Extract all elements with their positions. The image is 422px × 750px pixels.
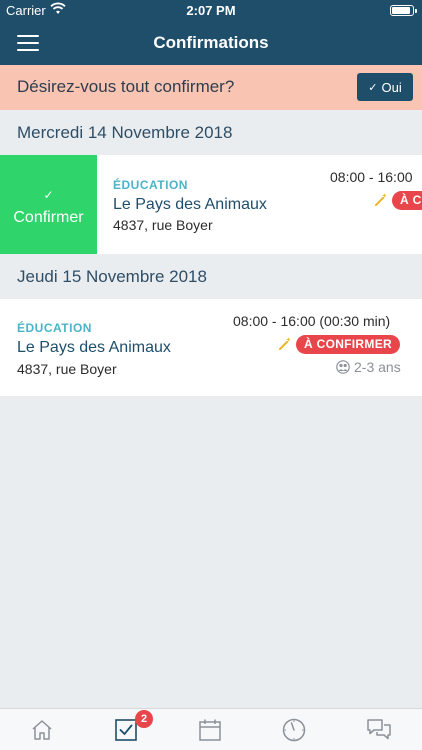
tab-bar: 2 [0, 708, 422, 750]
home-icon [32, 720, 52, 740]
nav-bar: Confirmations [0, 20, 422, 65]
group-icon [336, 360, 350, 374]
date-label: Jeudi 15 Novembre 2018 [17, 267, 207, 286]
status-bar: Carrier 2:07 PM [0, 0, 422, 20]
shift-category: ÉDUCATION [17, 321, 92, 335]
shift-card[interactable]: ÉDUCATION Le Pays des Animaux 4837, rue … [0, 299, 422, 396]
shift-hours: 08:00 - 16:00 [330, 169, 413, 185]
date-label: Mercredi 14 Novembre 2018 [17, 123, 233, 142]
check-icon: ✓ [368, 81, 378, 94]
calendar-icon [199, 719, 221, 741]
confirm-all-question: Désirez-vous tout confirmer? [17, 77, 235, 96]
shift-category: ÉDUCATION [113, 178, 188, 192]
date-header: Jeudi 15 Novembre 2018 [0, 254, 422, 299]
notification-badge: 2 [135, 710, 153, 728]
shift-address: 4837, rue Boyer [17, 361, 117, 377]
date-header: Mercredi 14 Novembre 2018 [0, 110, 422, 155]
confirm-swipe-button[interactable]: ✓ Confirmer [0, 155, 97, 254]
page-title: Confirmations [153, 33, 269, 52]
status-badge: À CONFIRMER [296, 335, 400, 354]
magic-wand-icon [279, 337, 291, 350]
shift-card[interactable]: ✓ Confirmer ÉDUCATION Le Pays des Animau… [0, 155, 422, 254]
shift-hours: 08:00 - 16:00 (00:30 min) [233, 313, 391, 329]
status-badge: À C [392, 191, 422, 210]
tab-clock[interactable] [252, 709, 336, 750]
tab-calendar[interactable] [168, 709, 252, 750]
magic-wand-icon [375, 193, 387, 206]
confirm-all-button[interactable]: ✓ Oui [357, 73, 413, 101]
shift-address: 4837, rue Boyer [113, 217, 213, 233]
age-group-label: 2-3 ans [354, 359, 401, 375]
confirm-all-banner: Désirez-vous tout confirmer? ✓ Oui [0, 65, 422, 110]
confirm-swipe-label: Confirmer [13, 209, 84, 226]
shift-location-name: Le Pays des Animaux [17, 339, 171, 356]
check-icon: ✓ [43, 188, 54, 202]
shift-location-name: Le Pays des Animaux [113, 196, 267, 213]
clock-time: 2:07 PM [186, 3, 236, 18]
tab-messages[interactable] [336, 709, 420, 750]
confirm-all-button-label: Oui [381, 79, 402, 95]
chat-icon [367, 719, 391, 740]
tab-home[interactable] [0, 709, 84, 750]
clock-icon [282, 718, 306, 742]
tab-confirmations[interactable]: 2 [84, 709, 168, 750]
battery-icon [390, 5, 417, 16]
